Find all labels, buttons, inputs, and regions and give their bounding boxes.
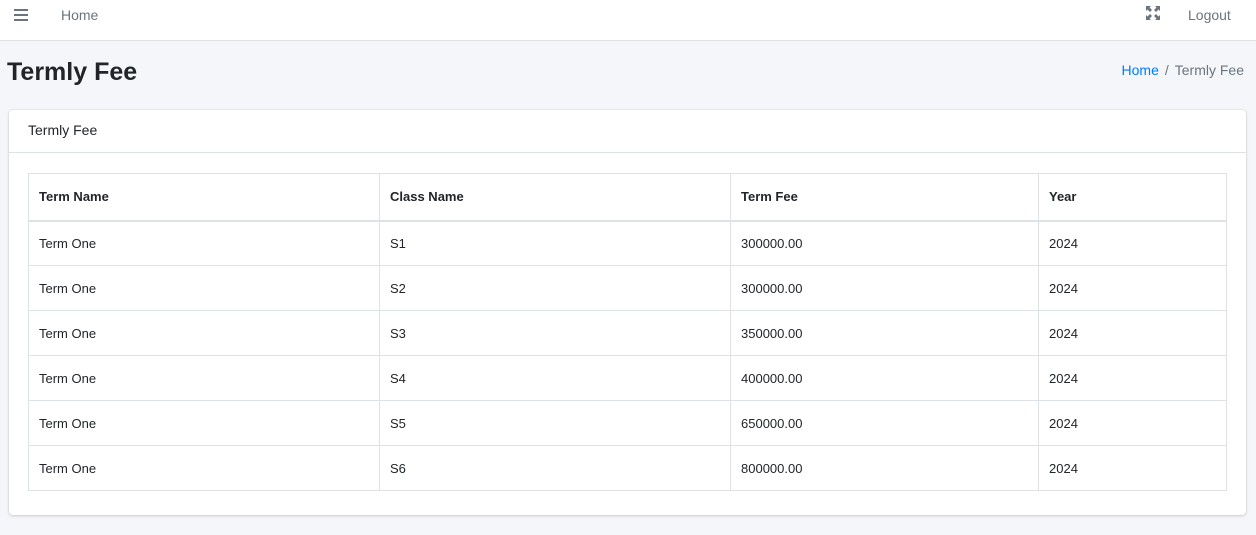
column-header-term-name: Term Name <box>28 173 380 222</box>
column-header-class-name: Class Name <box>379 173 731 222</box>
cell-year: 2024 <box>1038 355 1227 401</box>
cell-term-fee: 300000.00 <box>730 220 1039 266</box>
breadcrumb-current: Termly Fee <box>1174 62 1244 78</box>
fee-table: Term Name Class Name Term Fee Year Term … <box>28 173 1227 491</box>
fee-table-wrapper: Term Name Class Name Term Fee Year Term … <box>28 173 1227 491</box>
column-header-term-fee: Term Fee <box>730 173 1039 222</box>
table-header-row: Term Name Class Name Term Fee Year <box>28 173 1227 222</box>
content-header: Termly Fee Home / Termly Fee <box>0 42 1256 108</box>
cell-term-fee: 800000.00 <box>730 445 1039 491</box>
fullscreen-icon[interactable] <box>1146 6 1160 20</box>
table-row: Term One S4 400000.00 2024 <box>28 355 1227 401</box>
breadcrumb-separator: / <box>1164 62 1169 78</box>
column-header-year: Year <box>1038 173 1227 222</box>
table-row: Term One S6 800000.00 2024 <box>28 445 1227 491</box>
cell-term-name: Term One <box>28 355 380 401</box>
cell-year: 2024 <box>1038 220 1227 266</box>
cell-class-name: S6 <box>379 445 731 491</box>
table-row: Term One S1 300000.00 2024 <box>28 220 1227 266</box>
cell-term-fee: 650000.00 <box>730 400 1039 446</box>
cell-year: 2024 <box>1038 310 1227 356</box>
cell-class-name: S3 <box>379 310 731 356</box>
cell-term-name: Term One <box>28 445 380 491</box>
breadcrumb: Home / Termly Fee <box>1122 62 1244 78</box>
page-title: Termly Fee <box>7 58 138 86</box>
card-title: Termly Fee <box>9 110 1246 153</box>
cell-class-name: S1 <box>379 220 731 266</box>
top-navbar: Home Logout <box>0 0 1256 41</box>
cell-class-name: S4 <box>379 355 731 401</box>
hamburger-menu-icon[interactable] <box>14 9 28 21</box>
breadcrumb-home-link[interactable]: Home <box>1122 62 1159 78</box>
cell-term-name: Term One <box>28 265 380 311</box>
cell-term-fee: 300000.00 <box>730 265 1039 311</box>
cell-class-name: S2 <box>379 265 731 311</box>
table-row: Term One S3 350000.00 2024 <box>28 310 1227 356</box>
table-row: Term One S2 300000.00 2024 <box>28 265 1227 311</box>
cell-term-name: Term One <box>28 220 380 266</box>
termly-fee-card: Termly Fee Term Name Class Name Term Fee… <box>9 110 1246 515</box>
table-row: Term One S5 650000.00 2024 <box>28 400 1227 446</box>
cell-class-name: S5 <box>379 400 731 446</box>
cell-term-name: Term One <box>28 400 380 446</box>
cell-term-fee: 400000.00 <box>730 355 1039 401</box>
cell-year: 2024 <box>1038 265 1227 311</box>
logout-link[interactable]: Logout <box>1188 7 1231 23</box>
cell-year: 2024 <box>1038 445 1227 491</box>
cell-term-name: Term One <box>28 310 380 356</box>
cell-term-fee: 350000.00 <box>730 310 1039 356</box>
cell-year: 2024 <box>1038 400 1227 446</box>
nav-home-link[interactable]: Home <box>61 7 98 23</box>
